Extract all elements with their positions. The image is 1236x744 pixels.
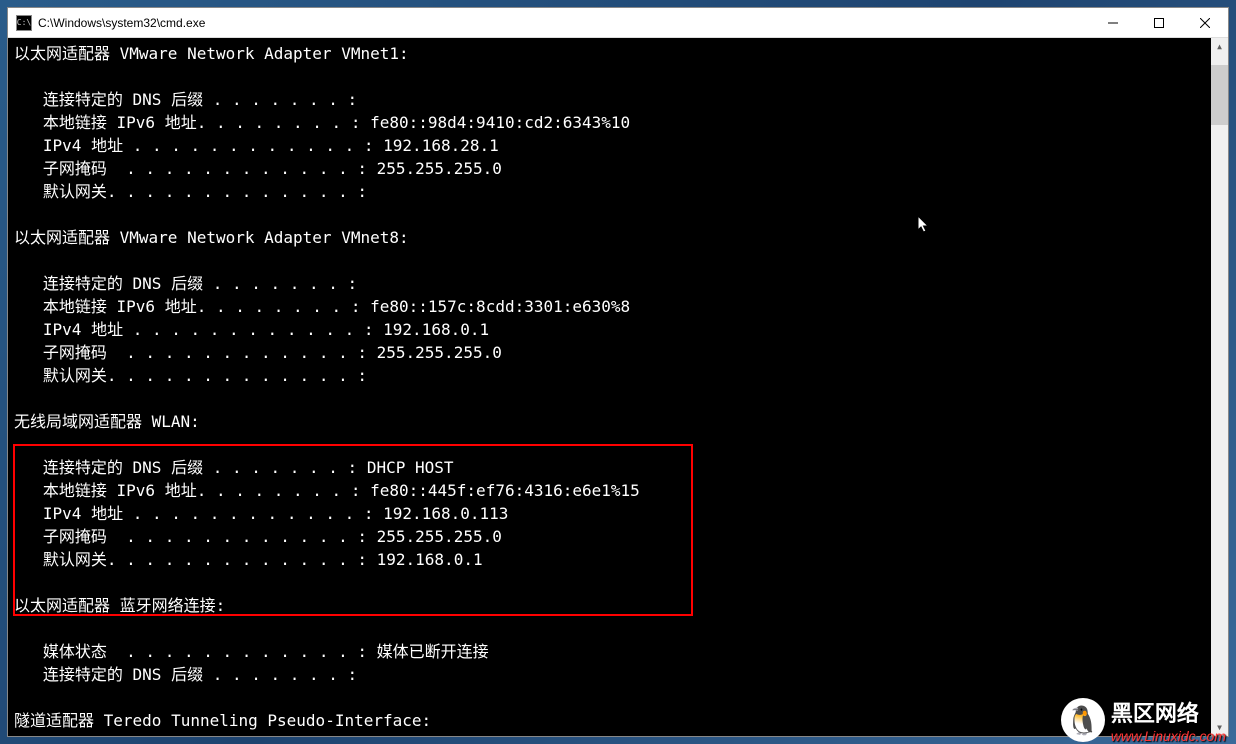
adapter3-header: 无线局域网适配器 WLAN:: [14, 412, 200, 431]
adapter3-ipv4-label: IPv4 地址 . . . . . . . . . . . . :: [14, 504, 383, 523]
scroll-up-arrow[interactable]: ▲: [1211, 38, 1228, 55]
adapter3-ipv4-value: 192.168.0.113: [383, 504, 508, 523]
scroll-thumb[interactable]: [1211, 65, 1228, 125]
adapter1-mask-label: 子网掩码 . . . . . . . . . . . . :: [14, 159, 377, 178]
close-button[interactable]: [1182, 8, 1228, 37]
adapter1-ipv4-label: IPv4 地址 . . . . . . . . . . . . :: [14, 136, 383, 155]
adapter2-ipv4-value: 192.168.0.1: [383, 320, 489, 339]
adapter2-mask-value: 255.255.255.0: [377, 343, 502, 362]
adapter4-media-value: 媒体已断开连接: [377, 642, 489, 661]
minimize-button[interactable]: [1090, 8, 1136, 37]
adapter2-mask-label: 子网掩码 . . . . . . . . . . . . :: [14, 343, 377, 362]
adapter3-mask-label: 子网掩码 . . . . . . . . . . . . :: [14, 527, 377, 546]
maximize-button[interactable]: [1136, 8, 1182, 37]
adapter3-gateway-value: 192.168.0.1: [377, 550, 483, 569]
window-controls: [1090, 8, 1228, 37]
vertical-scrollbar[interactable]: ▲ ▼: [1211, 38, 1228, 736]
adapter2-ipv4-label: IPv4 地址 . . . . . . . . . . . . :: [14, 320, 383, 339]
adapter2-gateway: 默认网关. . . . . . . . . . . . . :: [14, 366, 367, 385]
adapter1-ipv4-value: 192.168.28.1: [383, 136, 499, 155]
adapter2-dns-suffix: 连接特定的 DNS 后缀 . . . . . . . :: [14, 274, 357, 293]
adapter4-media-label: 媒体状态 . . . . . . . . . . . . :: [14, 642, 377, 661]
adapter1-mask-value: 255.255.255.0: [377, 159, 502, 178]
adapter2-ipv6-value: fe80::157c:8cdd:3301:e630%8: [370, 297, 630, 316]
adapter5-header: 隧道适配器 Teredo Tunneling Pseudo-Interface:: [14, 711, 431, 730]
scroll-down-arrow[interactable]: ▼: [1211, 719, 1228, 736]
adapter4-header: 以太网适配器 蓝牙网络连接:: [14, 596, 225, 615]
terminal-output[interactable]: 以太网适配器 VMware Network Adapter VMnet1: 连接…: [8, 38, 1228, 736]
adapter2-header: 以太网适配器 VMware Network Adapter VMnet8:: [14, 228, 409, 247]
cmd-window: C:\ C:\Windows\system32\cmd.exe 以太网适配器 V…: [7, 7, 1229, 737]
window-title: C:\Windows\system32\cmd.exe: [38, 16, 1090, 30]
adapter3-ipv6-value: fe80::445f:ef76:4316:e6e1%15: [370, 481, 640, 500]
cmd-icon: C:\: [16, 15, 32, 31]
adapter1-ipv6-label: 本地链接 IPv6 地址. . . . . . . . :: [14, 113, 370, 132]
adapter3-dns-label: 连接特定的 DNS 后缀 . . . . . . . :: [14, 458, 367, 477]
adapter3-ipv6-label: 本地链接 IPv6 地址. . . . . . . . :: [14, 481, 370, 500]
adapter3-dns-value: DHCP HOST: [367, 458, 454, 477]
adapter1-gateway: 默认网关. . . . . . . . . . . . . :: [14, 182, 367, 201]
scroll-track[interactable]: [1211, 55, 1228, 719]
adapter4-dns-suffix: 连接特定的 DNS 后缀 . . . . . . . :: [14, 665, 357, 684]
adapter1-ipv6-value: fe80::98d4:9410:cd2:6343%10: [370, 113, 630, 132]
adapter2-ipv6-label: 本地链接 IPv6 地址. . . . . . . . :: [14, 297, 370, 316]
adapter3-mask-value: 255.255.255.0: [377, 527, 502, 546]
adapter1-dns-suffix: 连接特定的 DNS 后缀 . . . . . . . :: [14, 90, 357, 109]
adapter3-gateway-label: 默认网关. . . . . . . . . . . . . :: [14, 550, 377, 569]
title-bar[interactable]: C:\ C:\Windows\system32\cmd.exe: [8, 8, 1228, 38]
adapter1-header: 以太网适配器 VMware Network Adapter VMnet1:: [14, 44, 409, 63]
